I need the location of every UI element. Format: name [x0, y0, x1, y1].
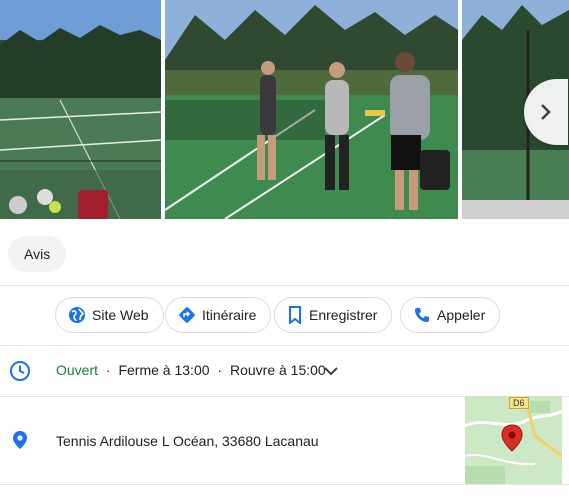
website-label: Site Web: [92, 307, 149, 323]
photo-tennis-players[interactable]: [165, 0, 458, 219]
chevron-right-icon: [541, 104, 551, 120]
hours-separator: ·: [105, 362, 111, 378]
reviews-chip[interactable]: Avis: [8, 236, 67, 272]
phone-icon: [415, 308, 429, 322]
globe-icon: [69, 307, 85, 323]
photo-court-equipment[interactable]: [0, 0, 161, 219]
hours-summary: Ouvert · Ferme à 13:00 · Rouvre à 15:00: [56, 362, 326, 378]
divider: [0, 484, 569, 485]
mini-map[interactable]: D6: [465, 396, 562, 484]
reopening-time: Rouvre à 15:00: [229, 362, 326, 378]
save-button[interactable]: Enregistrer: [274, 297, 393, 333]
closing-time: Ferme à 13:00: [118, 362, 210, 378]
website-button[interactable]: Site Web: [55, 297, 164, 333]
chevron-down-icon[interactable]: [322, 362, 340, 380]
directions-button[interactable]: Itinéraire: [165, 297, 272, 333]
map-pin-icon: [501, 424, 523, 452]
hours-separator: ·: [217, 362, 223, 378]
hours-row[interactable]: Ouvert · Ferme à 13:00 · Rouvre à 15:00: [0, 346, 569, 396]
clock-icon: [10, 361, 30, 381]
directions-label: Itinéraire: [202, 307, 257, 323]
photo-carousel[interactable]: [0, 0, 569, 219]
road-label: D6: [509, 397, 529, 409]
open-status: Ouvert: [56, 362, 99, 378]
call-label: Appeler: [437, 307, 486, 323]
location-pin-icon: [13, 431, 27, 449]
save-label: Enregistrer: [309, 307, 378, 323]
divider: [0, 285, 569, 286]
bookmark-icon: [289, 306, 301, 324]
call-button[interactable]: Appeler: [400, 297, 501, 333]
address-text[interactable]: Tennis Ardilouse L Océan, 33680 Lacanau: [56, 433, 319, 449]
directions-icon: [179, 307, 195, 323]
